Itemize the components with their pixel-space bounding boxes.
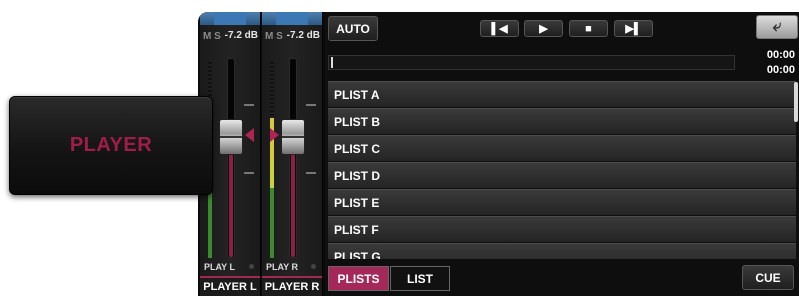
list-item[interactable]: PLIST A	[328, 81, 796, 107]
play-label: PLAY R	[266, 262, 299, 272]
stop-button[interactable]: ■	[569, 20, 608, 37]
skip-back-button[interactable]: ▌◀	[480, 20, 519, 37]
track-progress-bar[interactable]	[328, 55, 735, 70]
fader-level	[229, 147, 233, 257]
channel-name: PLAYER L	[203, 281, 257, 293]
channel-color-bar	[262, 12, 322, 25]
play-icon: ▶	[539, 23, 548, 35]
channel-name-button[interactable]: PLAYER R	[262, 276, 322, 296]
channel-name: PLAYER R	[264, 281, 320, 293]
channel-color-bar	[200, 12, 260, 25]
fader-level	[291, 147, 295, 257]
skip-forward-icon: ▶▌	[625, 23, 642, 35]
playhead[interactable]	[331, 57, 333, 68]
tab-plists[interactable]: PLISTS	[328, 266, 389, 291]
player-button-label: PLAYER	[69, 134, 153, 156]
stop-icon: ■	[585, 22, 592, 35]
mute-solo-toggle[interactable]: M S	[265, 31, 283, 42]
play-label: PLAY L	[204, 262, 236, 272]
mute-solo-toggle[interactable]: M S	[203, 31, 221, 42]
skip-forward-button[interactable]: ▶▌	[614, 20, 653, 37]
mixer-device: M S -7.2 dB PLAY L PLAYER L M S -7.2 dB …	[198, 12, 799, 296]
list-item[interactable]: PLIST C	[328, 135, 796, 161]
channel-strip-player-r: M S -7.2 dB PLAY R PLAYER R	[262, 12, 323, 296]
cue-button[interactable]: CUE	[742, 265, 794, 290]
gain-readout: -7.2 dB	[286, 30, 320, 41]
play-button[interactable]: ▶	[524, 20, 563, 37]
skip-back-icon: ▌◀	[491, 23, 508, 35]
back-arrow-icon: ⤶	[772, 18, 782, 35]
fader-knob[interactable]	[219, 119, 243, 155]
level-meter	[270, 62, 274, 258]
list-item[interactable]: PLIST B	[328, 108, 796, 134]
remaining-time: 00:00	[766, 64, 795, 76]
list-item[interactable]: PLIST F	[328, 216, 796, 242]
auto-button[interactable]: AUTO	[328, 16, 378, 41]
list-item[interactable]: PLIST E	[328, 189, 796, 215]
unity-marker-icon	[270, 128, 279, 142]
status-dot-icon	[249, 264, 254, 269]
player-panel: AUTO ▌◀ ▶ ■ ▶▌ ⤶ 00:00 00:00 PLIST A PLI…	[325, 12, 799, 296]
elapsed-time: 00:00	[766, 49, 795, 61]
unity-marker-icon	[245, 128, 254, 142]
status-dot-icon	[311, 264, 316, 269]
back-button[interactable]: ⤶	[756, 15, 798, 39]
playlist-list: PLIST A PLIST B PLIST C PLIST D PLIST E …	[328, 81, 796, 259]
player-button[interactable]: PLAYER	[9, 96, 213, 195]
list-scrollbar[interactable]	[794, 82, 798, 122]
tab-list[interactable]: LIST	[390, 266, 450, 291]
fader-knob[interactable]	[281, 119, 305, 155]
list-item[interactable]: PLIST D	[328, 162, 796, 188]
gain-readout: -7.2 dB	[224, 30, 258, 41]
list-item[interactable]: PLIST G	[328, 243, 796, 259]
channel-name-button[interactable]: PLAYER L	[200, 276, 260, 296]
